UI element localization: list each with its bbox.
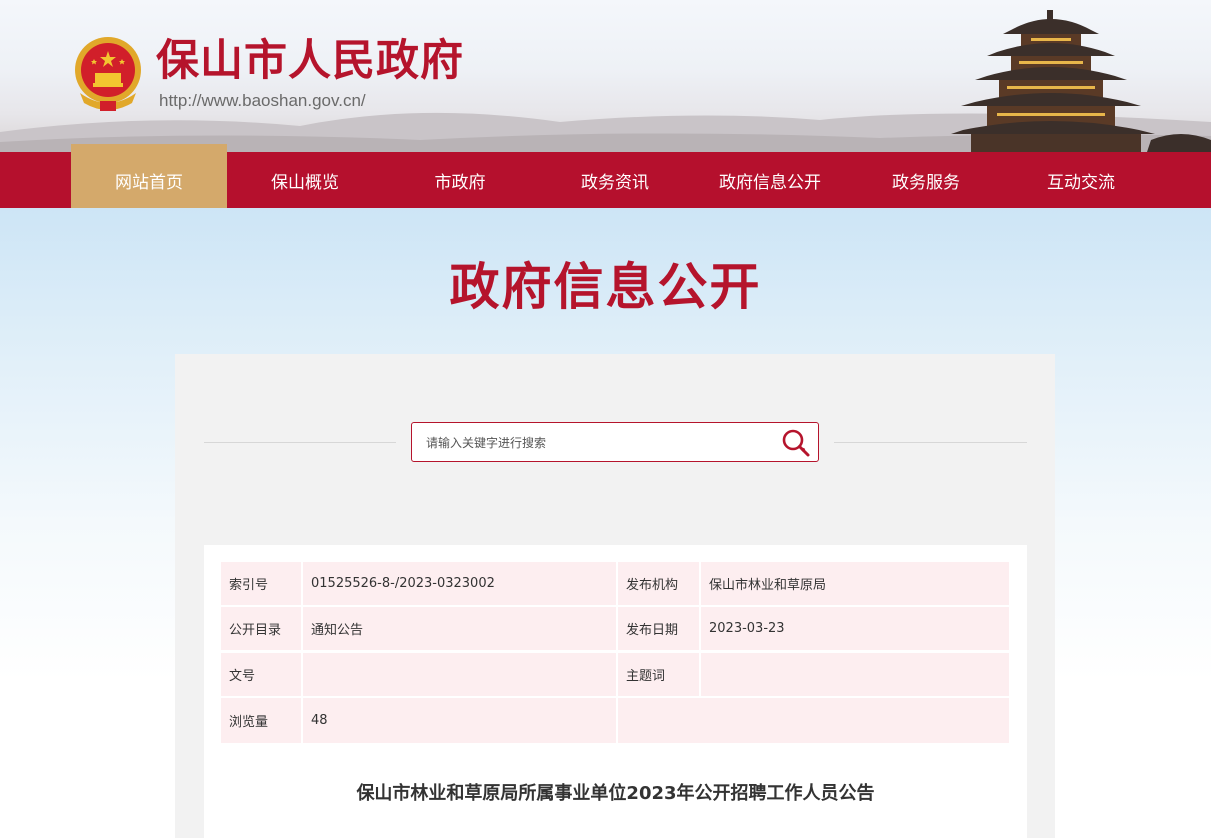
national-emblem-icon[interactable]: [70, 33, 146, 113]
info-value-date: 2023-03-23: [701, 607, 1011, 651]
search-icon[interactable]: [780, 428, 812, 458]
info-label-index: 索引号: [221, 562, 303, 606]
info-value-index: 01525526-8-/2023-0323002: [303, 562, 618, 606]
article-title: 保山市林业和草原局所属事业单位2023年公开招聘工作人员公告: [356, 783, 875, 804]
nav-item-home[interactable]: 网站首页: [71, 144, 235, 208]
nav-item-city-government[interactable]: 市政府: [382, 152, 538, 208]
info-value-publisher: 保山市林业和草原局: [701, 562, 1011, 606]
search-box: [411, 422, 819, 462]
info-value-docno: [303, 653, 618, 697]
search-input[interactable]: [426, 433, 766, 453]
search-divider-right: [834, 442, 1027, 443]
info-label-views: 浏览量: [221, 698, 303, 744]
nav-item-services[interactable]: 政务服务: [848, 152, 1004, 208]
site-header: 保山市人民政府 http://www.baoshan.gov.cn/: [0, 0, 1211, 152]
info-empty-cell: [618, 698, 1011, 744]
pagoda-tower-image: [951, 10, 1211, 152]
info-value-views: 48: [303, 698, 618, 744]
nav-item-news[interactable]: 政务资讯: [537, 152, 693, 208]
site-title[interactable]: 保山市人民政府: [156, 40, 464, 83]
nav-item-interaction[interactable]: 互动交流: [1003, 152, 1159, 208]
info-value-keyword: [701, 653, 1011, 697]
nav-item-info-disclosure[interactable]: 政府信息公开: [692, 152, 848, 208]
main-nav: 网站首页 保山概览 市政府 政务资讯 政府信息公开 政务服务 互动交流: [0, 144, 1211, 208]
info-label-publisher: 发布机构: [618, 562, 701, 606]
site-url: http://www.baoshan.gov.cn/: [159, 91, 366, 110]
info-label-docno: 文号: [221, 653, 303, 697]
info-value-catalog: 通知公告: [303, 607, 618, 651]
info-label-date: 发布日期: [618, 607, 701, 651]
info-label-catalog: 公开目录: [221, 607, 303, 651]
info-label-keyword: 主题词: [618, 653, 701, 697]
search-divider-left: [204, 442, 396, 443]
page-title: 政府信息公开: [449, 258, 762, 316]
nav-item-overview[interactable]: 保山概览: [227, 152, 383, 208]
